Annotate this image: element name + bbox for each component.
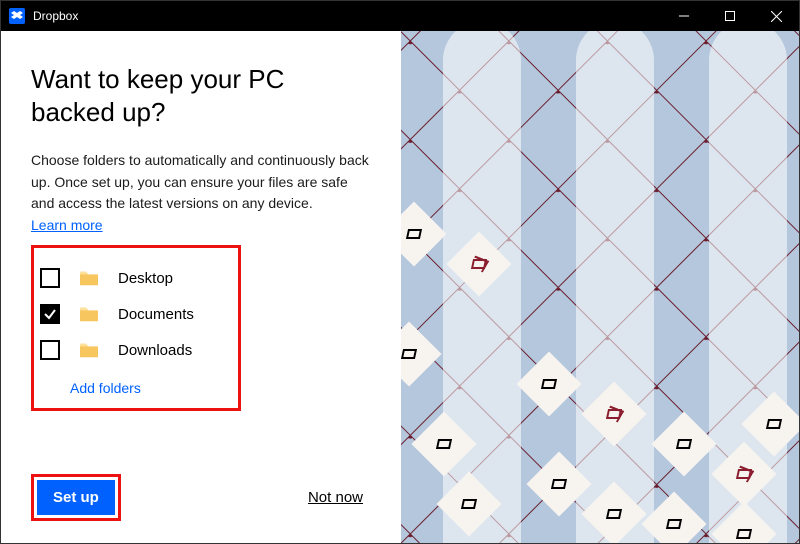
checkbox-downloads[interactable]	[40, 340, 60, 360]
content: Want to keep your PC backed up? Choose f…	[1, 31, 799, 543]
tube-decoration-icon	[576, 31, 654, 543]
folder-label: Desktop	[118, 270, 173, 287]
folder-icon	[78, 305, 100, 323]
learn-more-link[interactable]: Learn more	[31, 217, 371, 233]
titlebar: Dropbox	[1, 1, 799, 31]
close-button[interactable]	[753, 1, 799, 31]
folder-icon	[78, 341, 100, 359]
left-panel: Want to keep your PC backed up? Choose f…	[1, 31, 401, 543]
checkbox-documents[interactable]	[40, 304, 60, 324]
minimize-button[interactable]	[661, 1, 707, 31]
app-window: Dropbox Want to keep your PC backed up? …	[0, 0, 800, 544]
folder-label: Downloads	[118, 342, 192, 359]
folder-row-desktop[interactable]: Desktop	[38, 260, 228, 296]
illustration-panel	[401, 31, 799, 543]
folder-row-downloads[interactable]: Downloads	[38, 332, 228, 368]
app-title: Dropbox	[33, 9, 78, 23]
page-heading: Want to keep your PC backed up?	[31, 63, 371, 128]
folder-label: Documents	[118, 306, 194, 323]
setup-highlight: Set up	[31, 474, 121, 521]
window-controls	[661, 1, 799, 31]
folder-icon	[78, 269, 100, 287]
dropbox-logo-icon	[9, 8, 25, 24]
folder-row-documents[interactable]: Documents	[38, 296, 228, 332]
add-folders-link[interactable]: Add folders	[38, 368, 228, 400]
setup-button[interactable]: Set up	[37, 480, 115, 515]
action-bar: Set up Not now	[31, 454, 371, 521]
description-text: Choose folders to automatically and cont…	[31, 150, 371, 215]
folders-selection: Desktop Documents Downloads Add folders	[31, 245, 241, 411]
checkbox-desktop[interactable]	[40, 268, 60, 288]
not-now-link[interactable]: Not now	[308, 489, 363, 506]
maximize-button[interactable]	[707, 1, 753, 31]
